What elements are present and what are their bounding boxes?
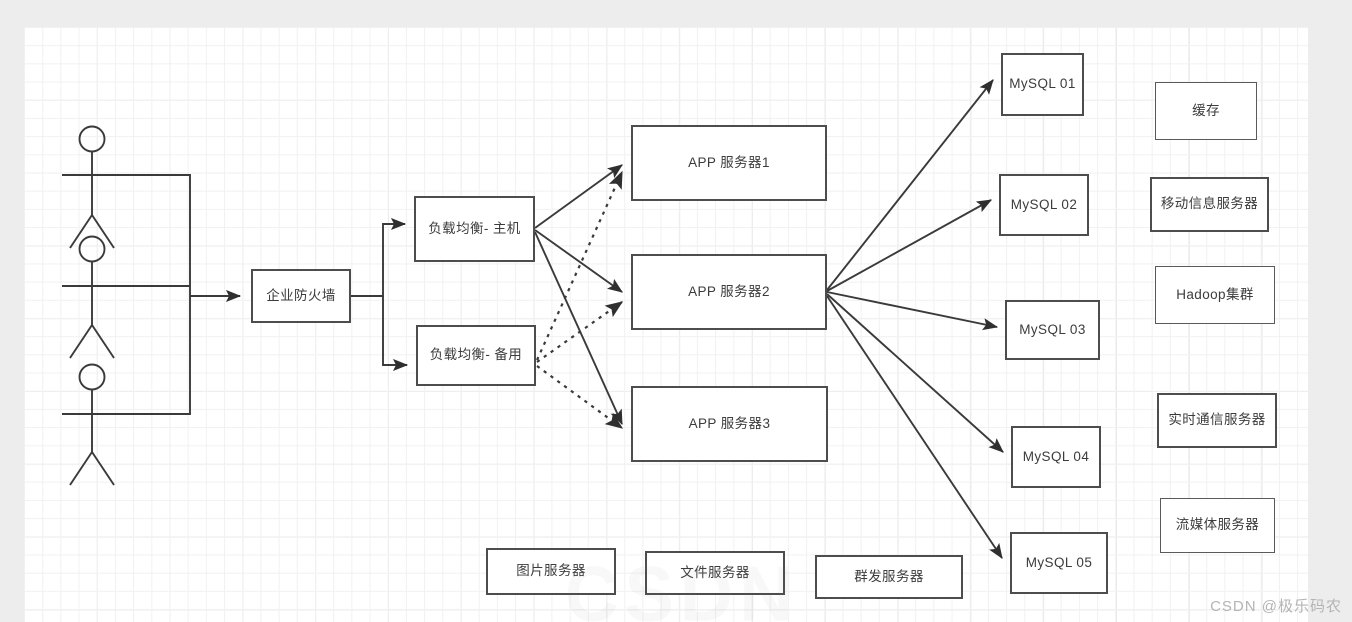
node-mysql-02-label: MySQL 02 bbox=[1010, 196, 1078, 212]
node-load-balancer-primary-label: 负载均衡- 主机 bbox=[428, 220, 521, 236]
node-streaming-media-server-label: 流媒体服务器 bbox=[1175, 517, 1260, 533]
node-mysql-01-label: MySQL 01 bbox=[1009, 76, 1076, 92]
node-realtime-comm-server-label: 实时通信服务器 bbox=[1168, 412, 1266, 428]
node-load-balancer-backup[interactable]: 负载均衡- 备用 bbox=[416, 325, 536, 386]
node-mysql-01[interactable]: MySQL 01 bbox=[1001, 53, 1084, 116]
node-app-server-1[interactable]: APP 服务器1 bbox=[631, 125, 827, 201]
node-app-server-1-label: APP 服务器1 bbox=[688, 154, 770, 170]
node-app-server-3-label: APP 服务器3 bbox=[688, 415, 771, 431]
diagram-canvas-root: 企业防火墙 负载均衡- 主机 负载均衡- 备用 APP 服务器1 APP 服务器… bbox=[0, 0, 1352, 622]
node-hadoop-cluster-label: Hadoop集群 bbox=[1176, 286, 1254, 302]
node-app-server-2[interactable]: APP 服务器2 bbox=[631, 254, 827, 330]
node-mysql-03[interactable]: MySQL 03 bbox=[1005, 300, 1100, 360]
node-load-balancer-primary[interactable]: 负载均衡- 主机 bbox=[414, 196, 535, 262]
node-load-balancer-backup-label: 负载均衡- 备用 bbox=[429, 347, 523, 363]
node-firewall-label: 企业防火墙 bbox=[266, 287, 336, 303]
node-streaming-media-server[interactable]: 流媒体服务器 bbox=[1160, 498, 1275, 553]
node-app-server-3[interactable]: APP 服务器3 bbox=[631, 386, 828, 462]
node-firewall[interactable]: 企业防火墙 bbox=[251, 269, 351, 323]
watermark-attribution: CSDN @极乐码农 bbox=[1210, 598, 1342, 615]
node-broadcast-server-label: 群发服务器 bbox=[854, 568, 924, 584]
node-mysql-05[interactable]: MySQL 05 bbox=[1010, 532, 1108, 594]
watermark-background: CSDN bbox=[565, 549, 799, 622]
node-mysql-02[interactable]: MySQL 02 bbox=[999, 174, 1089, 236]
node-mysql-04-label: MySQL 04 bbox=[1022, 448, 1090, 464]
node-broadcast-server[interactable]: 群发服务器 bbox=[815, 555, 963, 599]
node-mobile-message-server[interactable]: 移动信息服务器 bbox=[1150, 177, 1269, 232]
node-mysql-04[interactable]: MySQL 04 bbox=[1011, 426, 1101, 488]
node-cache[interactable]: 缓存 bbox=[1155, 82, 1257, 140]
node-mobile-message-server-label: 移动信息服务器 bbox=[1160, 196, 1259, 212]
node-mysql-05-label: MySQL 05 bbox=[1025, 554, 1093, 570]
node-hadoop-cluster[interactable]: Hadoop集群 bbox=[1155, 266, 1275, 324]
node-cache-label: 缓存 bbox=[1192, 102, 1220, 118]
node-app-server-2-label: APP 服务器2 bbox=[688, 283, 770, 299]
node-realtime-comm-server[interactable]: 实时通信服务器 bbox=[1157, 393, 1277, 448]
node-mysql-03-label: MySQL 03 bbox=[1019, 321, 1086, 337]
